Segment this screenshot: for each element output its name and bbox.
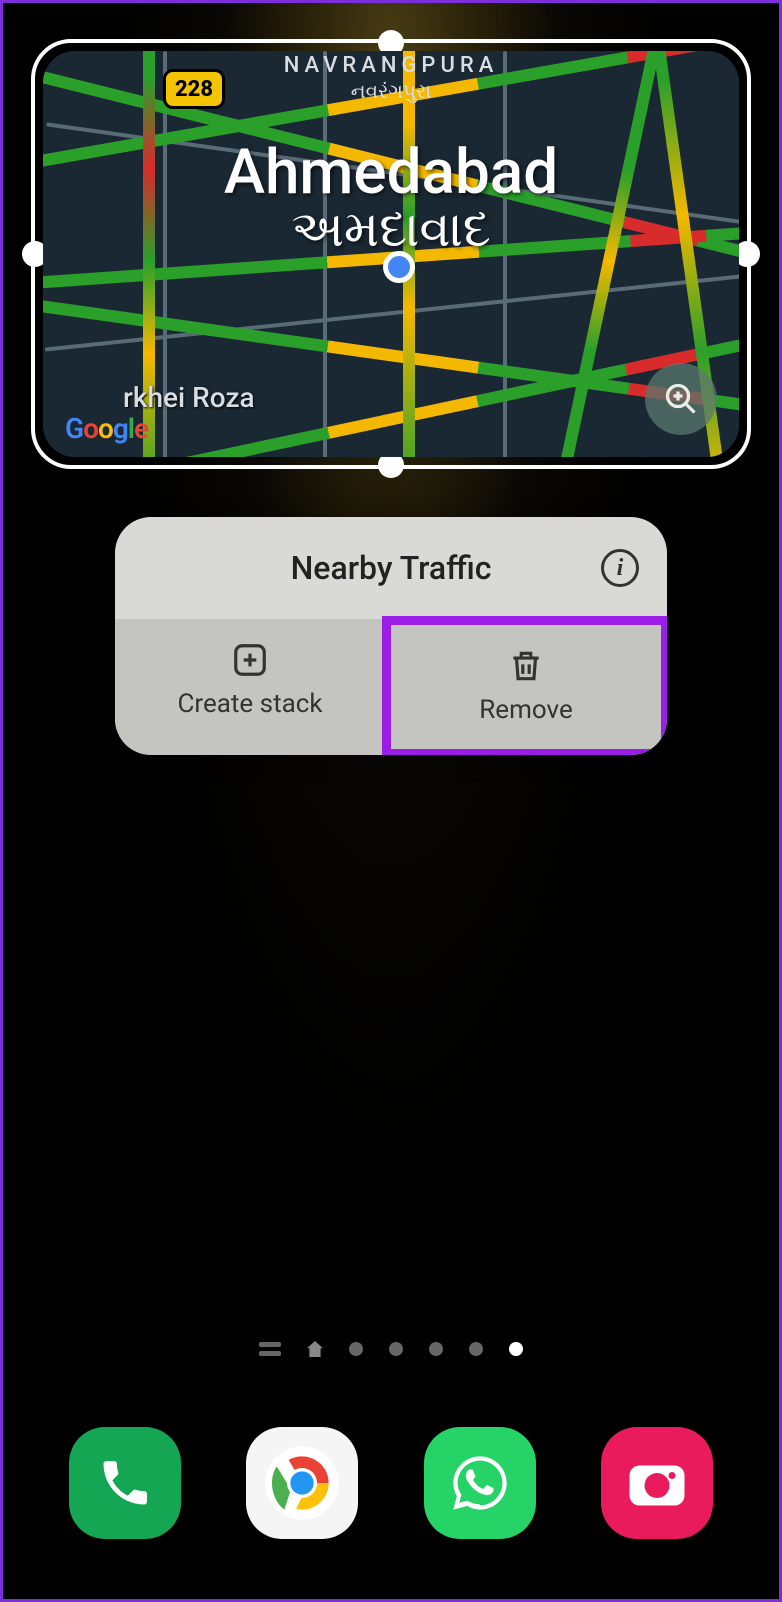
feed-page-icon (259, 1342, 281, 1356)
page-dot (429, 1342, 443, 1356)
dock (3, 1427, 779, 1539)
page-dot (469, 1342, 483, 1356)
current-location-dot-icon (383, 251, 415, 283)
home-page-icon (307, 1341, 323, 1357)
popup-header: Nearby Traffic i (115, 517, 667, 619)
page-dot (389, 1342, 403, 1356)
road-shield-icon: 228 (163, 69, 225, 109)
widget-context-menu: Nearby Traffic i Create stack Remove (115, 517, 667, 755)
remove-label: Remove (479, 695, 572, 725)
page-dot (349, 1342, 363, 1356)
city-label-local: અમદાવાદ (43, 201, 739, 259)
widget-selection-frame[interactable]: NAVRANGPURA નવરંગપુરા 228 Ahmedabad અમદા… (31, 39, 751, 469)
whatsapp-app[interactable] (424, 1427, 536, 1539)
chrome-app[interactable] (246, 1427, 358, 1539)
trash-icon (507, 647, 545, 685)
create-stack-label: Create stack (177, 689, 322, 719)
nearby-traffic-widget[interactable]: NAVRANGPURA નવરંગપુરા 228 Ahmedabad અમદા… (43, 51, 739, 457)
magnify-plus-icon (663, 381, 699, 417)
road-shield-number: 228 (175, 77, 213, 102)
phone-app[interactable] (69, 1427, 181, 1539)
map-area-label: NAVRANGPURA (43, 53, 739, 78)
plus-square-icon (231, 641, 269, 679)
page-dot-active (509, 1342, 523, 1356)
map-area-label-local: નવરંગપુરા (43, 79, 739, 103)
page-indicator[interactable] (3, 1341, 779, 1357)
camera-icon (627, 1457, 687, 1509)
city-label: Ahmedabad (43, 136, 739, 209)
chrome-icon (262, 1443, 342, 1523)
zoom-in-button[interactable] (645, 363, 717, 435)
camera-app[interactable] (601, 1427, 713, 1539)
info-icon: i (617, 555, 624, 582)
popup-title: Nearby Traffic (291, 549, 492, 587)
remove-button[interactable]: Remove (382, 616, 667, 755)
whatsapp-icon (448, 1451, 512, 1515)
info-button[interactable]: i (601, 549, 639, 587)
map-poi-label: rkhei Roza (123, 381, 255, 414)
google-logo: Google (65, 412, 148, 445)
popup-actions: Create stack Remove (115, 619, 667, 755)
phone-icon (97, 1455, 153, 1511)
create-stack-button[interactable]: Create stack (115, 619, 385, 755)
